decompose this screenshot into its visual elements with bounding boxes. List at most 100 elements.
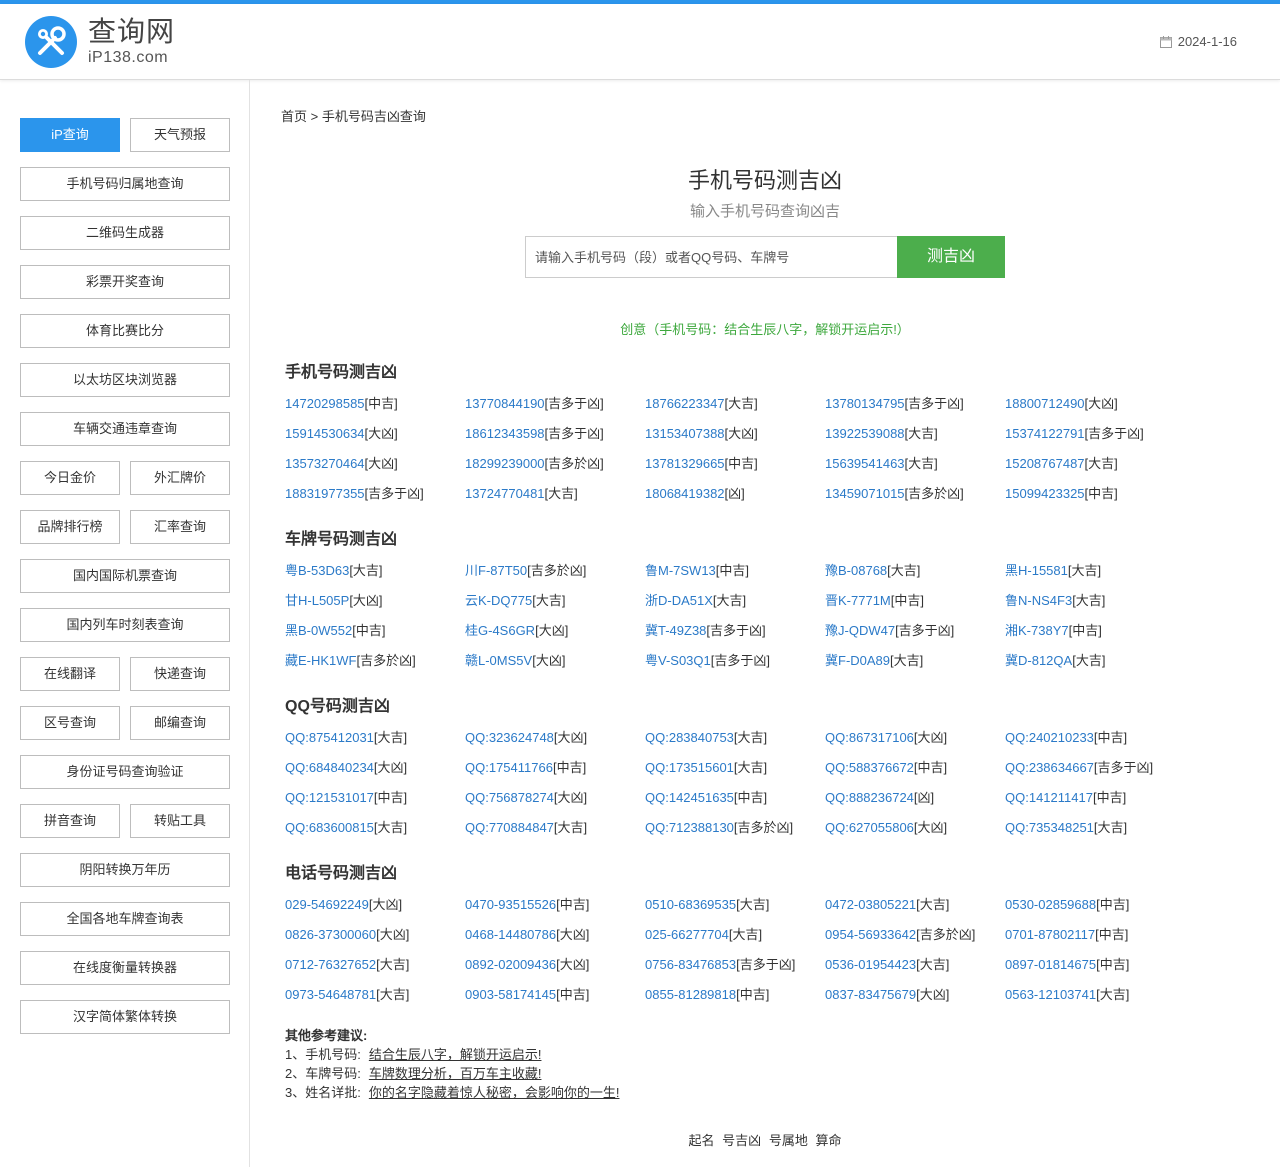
sidebar-item[interactable]: 彩票开奖查询 <box>20 265 230 299</box>
result-link[interactable]: QQ:683600815[大吉] <box>285 819 465 849</box>
result-link[interactable]: 0468-14480786[大凶] <box>465 926 645 956</box>
sidebar-item[interactable]: 体育比赛比分 <box>20 314 230 348</box>
sidebar-item[interactable]: 拼音查询 <box>20 804 120 838</box>
result-link[interactable]: 云K-DQ775[大吉] <box>465 592 645 622</box>
sidebar-item[interactable]: 身份证号码查询验证 <box>20 755 230 789</box>
result-link[interactable]: 15914530634[大凶] <box>285 425 465 455</box>
result-link[interactable]: 鲁M-7SW13[中吉] <box>645 562 825 592</box>
sidebar-item[interactable]: 快递查询 <box>130 657 230 691</box>
search-button[interactable]: 测吉凶 <box>897 236 1005 278</box>
result-link[interactable]: QQ:141211417[中吉] <box>1005 789 1185 819</box>
result-link[interactable]: 0470-93515526[中吉] <box>465 896 645 926</box>
result-link[interactable]: 川F-87T50[吉多於凶] <box>465 562 645 592</box>
result-link[interactable]: 18068419382[凶] <box>645 485 825 515</box>
result-link[interactable]: 藏E-HK1WF[吉多於凶] <box>285 652 465 682</box>
sidebar-item[interactable]: 今日金价 <box>20 461 120 495</box>
result-link[interactable]: 13459071015[吉多於凶] <box>825 485 1005 515</box>
sidebar-item[interactable]: 区号查询 <box>20 706 120 740</box>
result-link[interactable]: 18800712490[大凶] <box>1005 395 1185 425</box>
brand-name[interactable]: 查询网 <box>88 16 175 48</box>
result-link[interactable]: 0701-87802117[中吉] <box>1005 926 1185 956</box>
result-link[interactable]: QQ:888236724[凶] <box>825 789 1005 819</box>
sidebar-item[interactable]: 邮编查询 <box>130 706 230 740</box>
result-link[interactable]: QQ:121531017[中吉] <box>285 789 465 819</box>
sidebar-item[interactable]: 在线度衡量转换器 <box>20 951 230 985</box>
result-link[interactable]: 0837-83475679[大凶] <box>825 986 1005 1016</box>
result-link[interactable]: 粤V-S03Q1[吉多于凶] <box>645 652 825 682</box>
brand-domain[interactable]: iP138.com <box>88 48 168 68</box>
result-link[interactable]: 赣L-0MS5V[大凶] <box>465 652 645 682</box>
sidebar-item[interactable]: 天气预报 <box>130 118 230 152</box>
result-link[interactable]: QQ:173515601[大吉] <box>645 759 825 789</box>
result-link[interactable]: 18299239000[吉多於凶] <box>465 455 645 485</box>
result-link[interactable]: 冀T-49Z38[吉多于凶] <box>645 622 825 652</box>
result-link[interactable]: 029-54692249[大凶] <box>285 896 465 926</box>
sidebar-item[interactable]: 以太坊区块浏览器 <box>20 363 230 397</box>
sidebar-item[interactable]: 汇率查询 <box>130 510 230 544</box>
result-link[interactable]: 0897-01814675[中吉] <box>1005 956 1185 986</box>
result-link[interactable]: 15374122791[吉多于凶] <box>1005 425 1185 455</box>
result-link[interactable]: 13153407388[大凶] <box>645 425 825 455</box>
result-link[interactable]: 0510-68369535[大吉] <box>645 896 825 926</box>
sidebar-item[interactable]: 国内列车时刻表查询 <box>20 608 230 642</box>
result-link[interactable]: 0826-37300060[大凶] <box>285 926 465 956</box>
result-link[interactable]: QQ:238634667[吉多于凶] <box>1005 759 1185 789</box>
result-link[interactable]: 晋K-7771M[中吉] <box>825 592 1005 622</box>
result-link[interactable]: 025-66277704[大吉] <box>645 926 825 956</box>
result-link[interactable]: 桂G-4S6GR[大凶] <box>465 622 645 652</box>
result-link[interactable]: 18831977355[吉多于凶] <box>285 485 465 515</box>
breadcrumb-home-link[interactable]: 首页 <box>281 109 307 124</box>
result-link[interactable]: 15639541463[大吉] <box>825 455 1005 485</box>
result-link[interactable]: QQ:756878274[大凶] <box>465 789 645 819</box>
result-link[interactable]: 0536-01954423[大吉] <box>825 956 1005 986</box>
result-link[interactable]: 黑B-0W552[中吉] <box>285 622 465 652</box>
result-link[interactable]: QQ:770884847[大吉] <box>465 819 645 849</box>
sidebar-item[interactable]: 全国各地车牌查询表 <box>20 902 230 936</box>
result-link[interactable]: 15099423325[中吉] <box>1005 485 1185 515</box>
search-input[interactable] <box>525 236 898 278</box>
result-link[interactable]: 冀F-D0A89[大吉] <box>825 652 1005 682</box>
result-link[interactable]: 黑H-15581[大吉] <box>1005 562 1185 592</box>
result-link[interactable]: 0903-58174145[中吉] <box>465 986 645 1016</box>
result-link[interactable]: QQ:735348251[大吉] <box>1005 819 1185 849</box>
result-link[interactable]: 13573270464[大凶] <box>285 455 465 485</box>
refs-link[interactable]: 车牌数理分析，百万车主收藏! <box>369 1066 542 1081</box>
footer-link[interactable]: 号吉凶 <box>722 1133 761 1148</box>
result-link[interactable]: 0472-03805221[大吉] <box>825 896 1005 926</box>
result-link[interactable]: 0756-83476853[吉多于凶] <box>645 956 825 986</box>
result-link[interactable]: 14720298585[中吉] <box>285 395 465 425</box>
result-link[interactable]: QQ:627055806[大凶] <box>825 819 1005 849</box>
result-link[interactable]: 鲁N-NS4F3[大吉] <box>1005 592 1185 622</box>
result-link[interactable]: 豫B-08768[大吉] <box>825 562 1005 592</box>
sidebar-item[interactable]: 车辆交通违章查询 <box>20 412 230 446</box>
result-link[interactable]: 15208767487[大吉] <box>1005 455 1185 485</box>
sidebar-item[interactable]: 二维码生成器 <box>20 216 230 250</box>
result-link[interactable]: 13724770481[大吉] <box>465 485 645 515</box>
result-link[interactable]: QQ:588376672[中吉] <box>825 759 1005 789</box>
result-link[interactable]: 18612343598[吉多于凶] <box>465 425 645 455</box>
result-link[interactable]: 0855-81289818[中吉] <box>645 986 825 1016</box>
result-link[interactable]: 13781329665[中吉] <box>645 455 825 485</box>
result-link[interactable]: 豫J-QDW47[吉多于凶] <box>825 622 1005 652</box>
footer-link[interactable]: 起名 <box>689 1133 715 1148</box>
result-link[interactable]: 甘H-L505P[大凶] <box>285 592 465 622</box>
result-link[interactable]: 浙D-DA51X[大吉] <box>645 592 825 622</box>
result-link[interactable]: 湘K-738Y7[中吉] <box>1005 622 1185 652</box>
result-link[interactable]: 冀D-812QA[大吉] <box>1005 652 1185 682</box>
result-link[interactable]: QQ:175411766[中吉] <box>465 759 645 789</box>
footer-link[interactable]: 算命 <box>815 1133 841 1148</box>
sidebar-item[interactable]: 国内国际机票查询 <box>20 559 230 593</box>
sidebar-item[interactable]: 外汇牌价 <box>130 461 230 495</box>
result-link[interactable]: 0563-12103741[大吉] <box>1005 986 1185 1016</box>
result-link[interactable]: 0892-02009436[大凶] <box>465 956 645 986</box>
result-link[interactable]: 0973-54648781[大吉] <box>285 986 465 1016</box>
result-link[interactable]: 13770844190[吉多于凶] <box>465 395 645 425</box>
result-link[interactable]: 13922539088[大吉] <box>825 425 1005 455</box>
sidebar-item[interactable]: 手机号码归属地查询 <box>20 167 230 201</box>
result-link[interactable]: 13780134795[吉多于凶] <box>825 395 1005 425</box>
result-link[interactable]: QQ:283840753[大吉] <box>645 729 825 759</box>
footer-link[interactable]: 号属地 <box>769 1133 808 1148</box>
sidebar-item[interactable]: iP查询 <box>20 118 120 152</box>
promo-link[interactable]: 创意（手机号码：结合生辰八字，解锁开运启示!） <box>285 321 1245 339</box>
result-link[interactable]: QQ:684840234[大凶] <box>285 759 465 789</box>
